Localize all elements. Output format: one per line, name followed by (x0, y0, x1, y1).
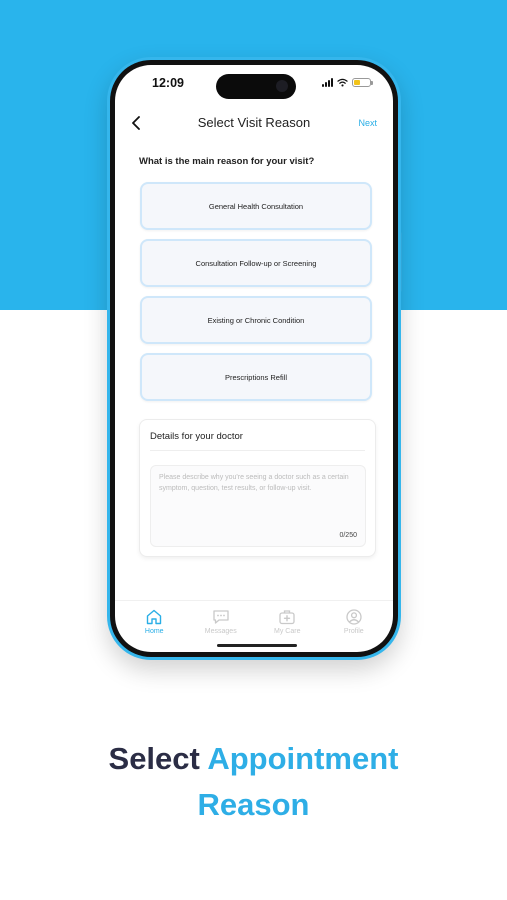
reason-follow-up-button[interactable]: Consultation Follow-up or Screening (140, 239, 372, 287)
nav-my-care-label: My Care (274, 628, 301, 635)
details-card: Details for your doctor Please describe … (139, 419, 376, 557)
status-time: 12:09 (152, 76, 184, 90)
caption-dark-word: Select (108, 741, 200, 776)
nav-home-label: Home (144, 628, 164, 635)
home-icon (147, 609, 162, 625)
wifi-icon (337, 78, 348, 87)
reason-list: General Health Consultation Consultation… (140, 182, 374, 410)
character-counter: 0/250 (339, 532, 357, 539)
promo-caption: Select Appointment Reason (0, 736, 507, 828)
reason-chronic-condition-button[interactable]: Existing or Chronic Condition (140, 296, 372, 344)
message-icon (213, 610, 229, 624)
details-title: Details for your doctor (150, 431, 243, 442)
battery-icon (352, 78, 373, 87)
nav-home[interactable]: Home (124, 601, 184, 650)
status-icons (322, 78, 373, 87)
reason-general-health-button[interactable]: General Health Consultation (140, 182, 372, 230)
details-textarea[interactable]: Please describe why you're seeing a doct… (150, 465, 366, 547)
caption-blue-word: Appointment (207, 741, 399, 776)
reason-prescription-refill-button[interactable]: Prescriptions Refill (140, 353, 372, 401)
next-button[interactable]: Next (358, 118, 377, 128)
details-placeholder: Please describe why you're seeing a doct… (159, 474, 349, 492)
bottom-nav: Home Messages My Care Profile (115, 600, 393, 650)
medical-kit-icon (279, 610, 295, 625)
camera-dot (276, 80, 288, 92)
visit-question: What is the main reason for your visit? (139, 156, 315, 167)
nav-profile[interactable]: Profile (324, 601, 384, 650)
phone-screen: 12:09 Select Visit Reason Next What is t… (115, 65, 393, 652)
dynamic-island (216, 74, 296, 99)
phone-bezel: 12:09 Select Visit Reason Next What is t… (110, 60, 398, 657)
profile-icon (346, 609, 362, 625)
details-divider (150, 450, 365, 451)
page-title: Select Visit Reason (197, 115, 311, 130)
nav-profile-label: Profile (343, 628, 364, 635)
nav-messages[interactable]: Messages (191, 601, 251, 650)
home-indicator (217, 644, 297, 647)
caption-line-1: Select Appointment (0, 736, 507, 782)
signal-icon (322, 78, 333, 87)
nav-my-care[interactable]: My Care (257, 601, 317, 650)
caption-line-2: Reason (197, 787, 310, 822)
phone-frame: 12:09 Select Visit Reason Next What is t… (107, 57, 401, 660)
nav-messages-label: Messages (204, 628, 237, 635)
